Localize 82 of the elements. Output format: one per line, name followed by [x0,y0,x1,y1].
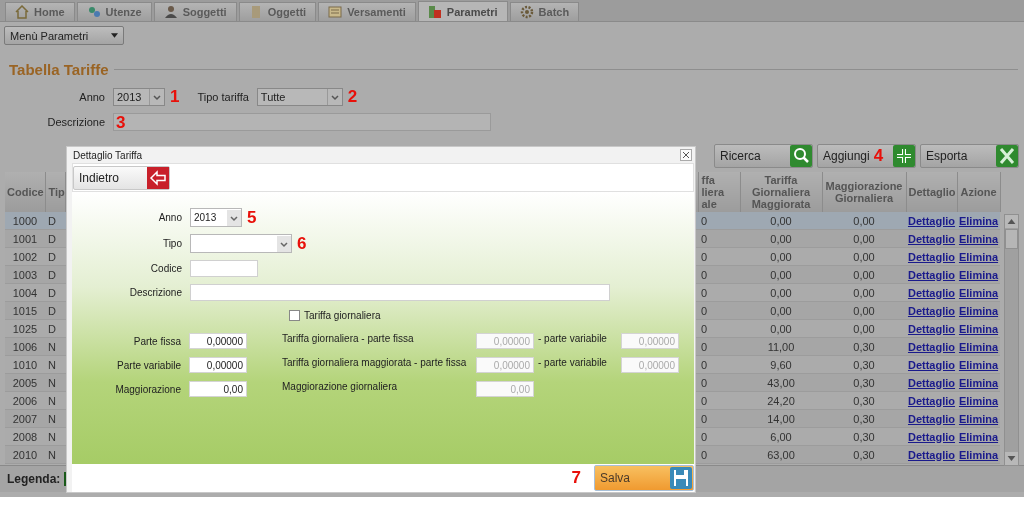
column-header: Dettaglio [906,172,957,212]
action-button[interactable]: Aggiungi 4 [817,144,916,168]
scroll-down-icon[interactable] [1004,452,1018,465]
dropdown[interactable]: 2013 [190,208,242,227]
column-header: ffa liera ale [698,172,740,212]
description-field[interactable] [113,113,491,131]
annotation-number: 4 [873,148,885,164]
amount-field[interactable]: 0,00000 [189,333,247,349]
field-label: Tipo [161,238,182,249]
field-label: Maggiorazione [114,383,181,395]
type-dropdown[interactable]: Tutte [256,88,343,106]
annotation-number: 3 [116,115,126,131]
field-label: Maggiorazione giornaliera [282,381,399,392]
home-icon [15,5,29,19]
plus-icon [893,145,915,167]
nav-tab[interactable]: Versamenti [318,2,416,21]
caret-icon [111,33,118,38]
nav-tab[interactable]: Utenze [76,2,152,21]
parameters-icon [427,4,442,19]
input-field[interactable] [190,260,258,277]
column-header: Codice [5,172,45,212]
column-header: Maggiorazione Giornaliera [822,172,906,212]
scroll-up-icon[interactable] [1004,215,1018,228]
column-header: Tariffa Giornaliera Maggiorata [740,172,822,212]
field-label: Codice [149,263,182,274]
nav-tab[interactable]: Batch [509,2,580,21]
save-button[interactable]: Salva [594,465,694,491]
field-label: Anno [78,91,105,103]
annotation-number: 1 [170,89,180,105]
person-icon [163,5,178,19]
annotation-number: 6 [297,235,307,252]
annotation-number: 7 [571,470,581,486]
action-button[interactable]: Ricerca [714,144,813,168]
caret-icon [227,209,241,226]
nav-tab[interactable]: Oggetti [238,2,317,21]
nav-tab[interactable]: Home [5,2,75,21]
field-label: Tariffa giornaliera - parte fissa [282,333,415,344]
year-dropdown[interactable]: 2013 [113,88,165,106]
users-icon [86,5,101,19]
dialog-title: Dettaglio Tariffa [73,149,143,161]
search-icon [790,145,812,167]
table-cell: 0,00 [740,212,822,230]
nav-tab[interactable]: Soggetti [153,2,237,21]
caret-icon [326,89,342,105]
field-label: Parte fissa [132,335,181,347]
field-label: - parte variabile [538,357,608,368]
caret-icon [149,89,164,105]
field-label: Tipo tariffa [197,91,249,103]
amount-field[interactable]: 0,00 [189,381,247,397]
back-button[interactable]: Indietro [73,165,170,190]
scrollbar[interactable] [1003,214,1019,466]
gear-icon [519,5,534,19]
field-label: Anno [157,212,182,223]
checkbox-label: Tariffa giornaliera [304,310,381,321]
field-label: Tariffa giornaliera maggiorata - parte fissa [282,357,468,368]
caret-icon [277,235,291,252]
checkbox[interactable] [289,310,300,321]
column-header: Tip [45,172,65,212]
page-title: Tabella Tariffe [9,61,109,78]
nav-tab[interactable]: Parametri [417,1,508,21]
field-label: Parte variabile [116,359,181,371]
dropdown[interactable] [190,234,292,253]
table-cell: 1000 [5,212,45,230]
menu-dropdown[interactable]: Menù Parametri [4,26,124,45]
amount-field[interactable]: 0,00000 [189,357,247,373]
input-field[interactable] [190,284,610,301]
scroll-thumb[interactable] [1004,229,1018,249]
table-cell: D [45,212,65,230]
x-letter-icon [996,145,1018,167]
close-icon[interactable] [680,149,692,161]
field-label: Descrizione [46,116,105,128]
table-cell: 0,00 [822,212,906,230]
annotation-number: 5 [247,209,257,226]
table-cell: 0 [698,212,740,230]
column-header: Azione [957,172,1000,212]
list-icon [328,5,343,19]
field-label: - parte variabile [538,333,608,344]
arrow-left-icon [147,166,169,189]
legend-label: Legenda: [7,472,61,486]
annotation-number: 2 [347,89,358,105]
field-label: Descrizione [128,287,182,298]
action-button[interactable]: Esporta [920,144,1019,168]
